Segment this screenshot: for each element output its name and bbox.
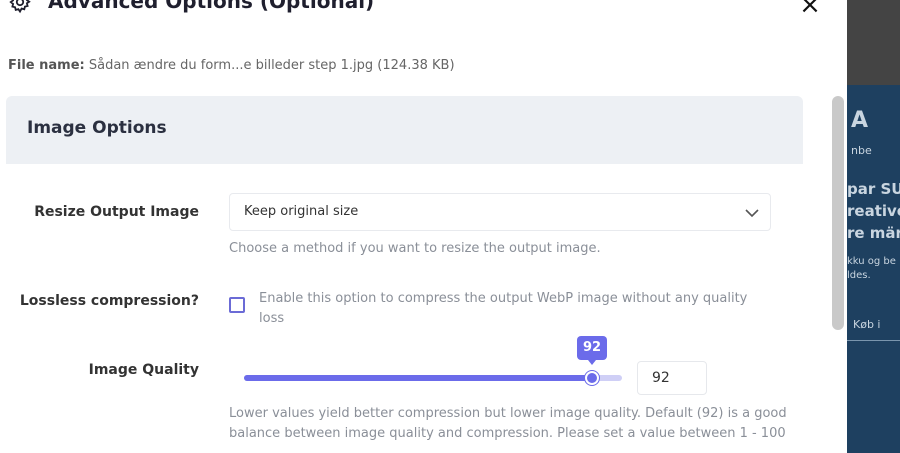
background-headline-1: par SUV (847, 180, 900, 198)
lossless-checkbox[interactable] (229, 297, 245, 313)
background-text-2: ldes. (847, 270, 871, 281)
file-name: File name: Sådan ændre du form...e bille… (8, 58, 455, 73)
background-logo-text: nbe (851, 144, 872, 157)
quality-input[interactable] (637, 361, 707, 395)
file-name-value: Sådan ændre du form...e billeder step 1.… (88, 58, 455, 73)
section-title: Image Options (27, 118, 167, 138)
quality-label: Image Quality (88, 362, 199, 378)
advanced-options-dialog: Advanced Options (Optional) × File name:… (0, 0, 847, 453)
background-page: A nbe par SUV reative re mär kku og be l… (847, 0, 900, 453)
resize-select-value: Keep original size (244, 204, 359, 219)
resize-select[interactable]: Keep original size (229, 193, 771, 231)
file-name-label: File name: (8, 58, 85, 73)
chevron-down-icon (745, 209, 759, 218)
background-headline-3: re mär (847, 224, 900, 242)
slider-thumb[interactable] (585, 371, 599, 385)
quality-slider[interactable]: 92 (244, 336, 622, 392)
lossless-help: Enable this option to compress the outpu… (259, 291, 748, 326)
background-divider (847, 340, 900, 341)
background-headline-2: reative (847, 202, 900, 220)
dialog-scrollbar[interactable] (832, 96, 844, 330)
background-text-1: kku og be (847, 256, 896, 267)
image-options-section-header: Image Options (6, 96, 803, 164)
gear-icon (9, 0, 31, 14)
resize-help: Choose a method if you want to resize th… (229, 241, 601, 256)
background-link: Køb i (853, 318, 881, 331)
slider-fill (244, 375, 592, 381)
background-logo: A (851, 108, 869, 133)
lossless-label: Lossless compression? (19, 293, 199, 309)
resize-label: Resize Output Image (34, 204, 199, 220)
quality-help: Lower values yield better compression bu… (229, 406, 787, 441)
background-page-header (847, 0, 900, 85)
close-icon[interactable]: × (798, 0, 822, 18)
dialog-title: Advanced Options (Optional) (48, 0, 375, 13)
dialog-header: Advanced Options (Optional) (0, 0, 847, 30)
slider-value-tooltip: 92 (577, 336, 607, 365)
